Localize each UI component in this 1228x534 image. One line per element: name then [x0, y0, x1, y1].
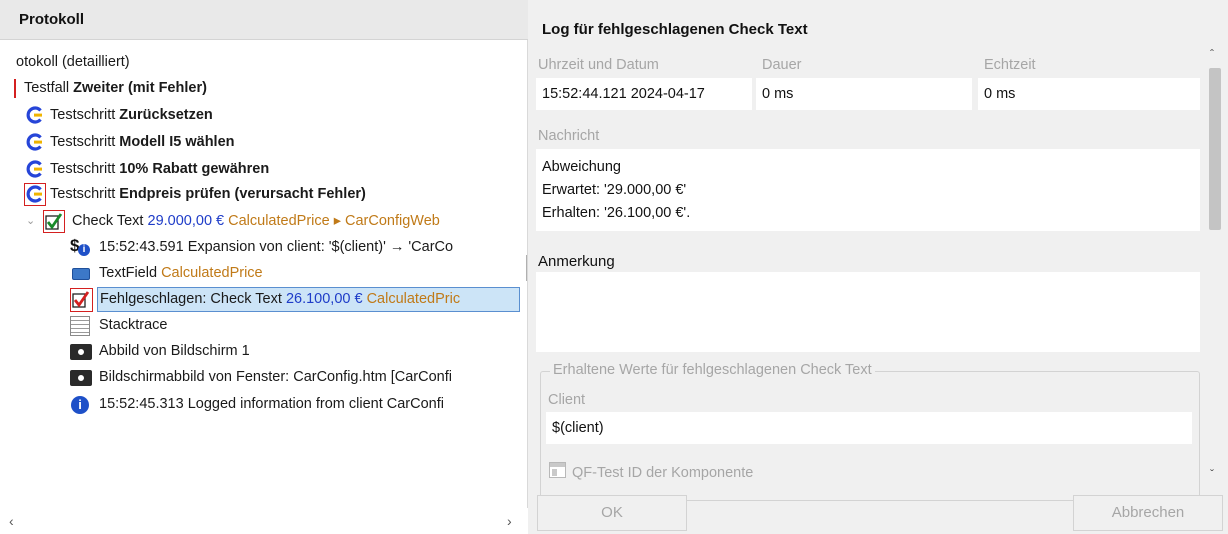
realtime-field[interactable]: 0 ms: [978, 78, 1200, 110]
note-textarea[interactable]: [536, 272, 1200, 352]
check-value: 26.100,00 €: [285, 291, 363, 307]
message-line: Abweichung: [542, 159, 621, 175]
scroll-up-icon[interactable]: ˆ: [1210, 47, 1214, 61]
test-step-icon: [26, 133, 42, 151]
tree-item-step-final-price[interactable]: Testschritt Endpreis prüfen (verursacht …: [24, 182, 366, 207]
tree-item-screenshot[interactable]: Abbild von Bildschirm 1: [70, 339, 250, 364]
tree-item-label: Bildschirmabbild von Fenster: CarConfig.…: [99, 369, 452, 385]
client-label: Client: [548, 392, 586, 408]
stacktrace-icon: [70, 316, 90, 336]
protocol-header: Protokoll: [0, 0, 528, 40]
message-textarea[interactable]: Abweichung Erwartet: '29.000,00 €' Erhal…: [536, 149, 1200, 231]
datetime-label: Uhrzeit und Datum: [538, 57, 659, 73]
realtime-label: Echtzeit: [984, 57, 1036, 73]
component-id: CalculatedPrice: [161, 265, 263, 281]
tree-item-label: otokoll (detailliert): [16, 54, 130, 70]
tree-item-textfield[interactable]: TextField CalculatedPrice: [72, 261, 263, 286]
testcase-error-marker: [14, 79, 16, 98]
tree-item-step-reset[interactable]: Testschritt Zurücksetzen: [26, 103, 213, 128]
tree-item-failed-check[interactable]: Fehlgeschlagen: Check Text 26.100,00 € C…: [70, 287, 520, 312]
tree-item-prefix: Testfall: [24, 80, 74, 96]
tree-item-label: Abbild von Bildschirm 1: [99, 343, 250, 359]
horizontal-scrollbar[interactable]: ‹ ›: [0, 508, 528, 534]
tree-item-label: 15:52:43.591 Expansion von client: '$(cl…: [99, 239, 454, 255]
tree-item-name: Zurücksetzen: [119, 107, 213, 123]
tree-item-check-text[interactable]: ⌄ Check Text 29.000,00 € CalculatedPrice…: [26, 209, 440, 234]
qftest-log-window: Protokoll otokoll (detailliert) Testfall…: [0, 0, 1228, 534]
dollar-info-icon: $ i: [70, 235, 92, 257]
client-field[interactable]: $(client): [546, 412, 1192, 444]
tree-item-label: Stacktrace: [99, 317, 168, 333]
scroll-left-icon[interactable]: ‹: [9, 513, 14, 529]
tree-item-step-model[interactable]: Testschritt Modell I5 wählen: [26, 130, 235, 155]
details-panel: Log für fehlgeschlagenen Check Text Uhrz…: [528, 0, 1228, 534]
tree-item-name: Modell I5 wählen: [119, 134, 235, 150]
ok-button[interactable]: OK: [537, 495, 687, 531]
message-label: Nachricht: [538, 128, 600, 144]
check-mark-icon: [45, 213, 63, 230]
failed-check-icon: [72, 291, 90, 308]
details-title: Log für fehlgeschlagenen Check Text: [542, 21, 808, 38]
check-value: 29.000,00 €: [147, 213, 225, 229]
check-component: CalculatedPric: [366, 291, 461, 307]
tree-item-prefix: Testschritt: [50, 134, 120, 150]
check-component: CalculatedPrice ▸ CarConfigWeb: [228, 213, 440, 229]
duration-label: Dauer: [762, 57, 802, 73]
component-id-icon: [549, 462, 566, 478]
test-step-icon: [26, 106, 42, 124]
tree-item-prefix: Testschritt: [50, 161, 120, 177]
protocol-title: Protokoll: [19, 11, 85, 28]
tree-item-name: 10% Rabatt gewähren: [119, 161, 270, 177]
protocol-panel: Protokoll otokoll (detailliert) Testfall…: [0, 0, 528, 534]
tree-item-label: 15:52:45.313 Logged information from cli…: [99, 396, 444, 412]
textfield-icon: [72, 268, 90, 280]
tree-item-step-discount[interactable]: Testschritt 10% Rabatt gewähren: [26, 157, 269, 182]
note-label: Anmerkung: [538, 253, 615, 270]
test-step-icon: [26, 160, 42, 178]
details-header: Log für fehlgeschlagenen Check Text: [528, 0, 1228, 40]
tree-item-protocol-root[interactable]: otokoll (detailliert): [16, 50, 130, 75]
tree-item-prefix: Testschritt: [50, 186, 120, 202]
received-values-legend: Erhaltene Werte für fehlgeschlagenen Che…: [550, 362, 875, 378]
tree-item-stacktrace[interactable]: Stacktrace: [70, 313, 168, 338]
tree-item-window-screenshot[interactable]: Bildschirmabbild von Fenster: CarConfig.…: [70, 365, 452, 390]
duration-field[interactable]: 0 ms: [756, 78, 972, 110]
scroll-right-icon[interactable]: ›: [507, 513, 512, 529]
datetime-field[interactable]: 15:52:44.121 2024-04-17: [536, 78, 752, 110]
cancel-button[interactable]: Abbrechen: [1073, 495, 1223, 531]
vertical-scrollbar[interactable]: ˆ ˇ: [1205, 43, 1225, 485]
message-line: Erwartet: '29.000,00 €': [542, 182, 687, 198]
tree-item-prefix: Testschritt: [50, 107, 120, 123]
tree-item-logged-info[interactable]: i 15:52:45.313 Logged information from c…: [70, 392, 444, 417]
message-line: Erhalten: '26.100,00 €'.: [542, 205, 691, 221]
tree-item-variable-expansion[interactable]: $ i 15:52:43.591 Expansion von client: '…: [70, 235, 453, 260]
tree-item-prefix: TextField: [99, 265, 162, 281]
scroll-down-icon[interactable]: ˇ: [1210, 467, 1214, 481]
protocol-tree[interactable]: otokoll (detailliert) Testfall Zweiter (…: [0, 40, 528, 508]
qf-test-id-label: QF-Test ID der Komponente: [572, 465, 754, 481]
camera-icon: [70, 370, 92, 386]
camera-icon: [70, 344, 92, 360]
scroll-thumb[interactable]: [1209, 68, 1221, 230]
tree-item-prefix: Fehlgeschlagen: Check Text: [100, 291, 286, 307]
info-icon: i: [71, 396, 89, 414]
tree-item-name: Zweiter (mit Fehler): [73, 80, 207, 96]
chevron-down-icon[interactable]: ⌄: [26, 209, 35, 234]
tree-item-prefix: Check Text: [72, 213, 148, 229]
tree-item-name: Endpreis prüfen (verursacht Fehler): [119, 186, 366, 202]
tree-item-testcase[interactable]: Testfall Zweiter (mit Fehler): [14, 76, 207, 101]
test-step-icon: [26, 185, 42, 203]
